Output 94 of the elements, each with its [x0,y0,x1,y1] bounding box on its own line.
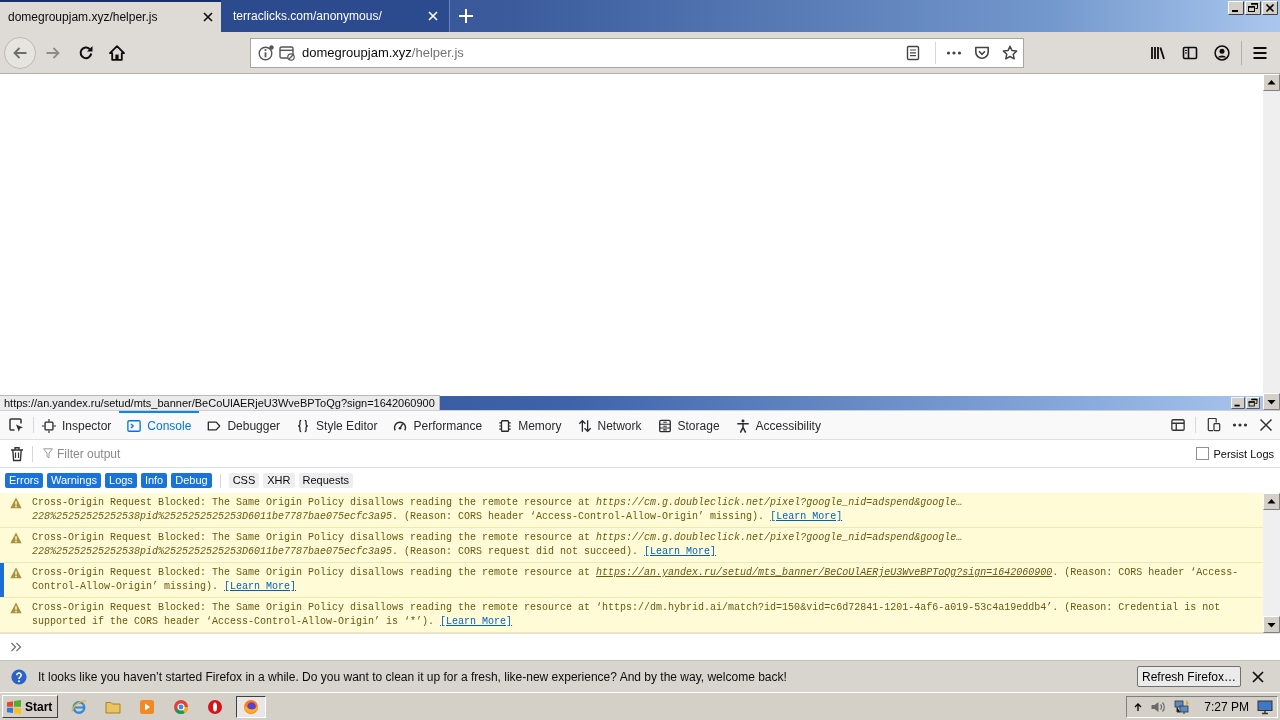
orb-icon [243,698,260,715]
home-icon[interactable] [109,44,125,61]
pointer-icon[interactable] [8,417,24,433]
filter-button[interactable]: Debug [171,473,212,488]
message-text: Cross-Origin Request Blocked: The Same Origin Policy disallows reading the remote resource at https://an.yandex.ru/setud/mts_banner/BeCoUlAERjeU3WveBPToQg?sign=1642060900. (Reason: CORS header ‘Access-Control-Allow-Origin’ missing). [Learn More] [32,566,1240,594]
scrollbar[interactable] [1263,493,1280,633]
trash-icon[interactable] [10,445,24,462]
tag-icon [207,419,222,433]
devtools-tab[interactable]: Debugger [199,411,289,439]
devtools-tab[interactable]: Inspector [34,411,120,439]
drawer-icon [657,419,672,433]
user-icon[interactable] [1214,44,1230,61]
close-icon[interactable] [203,12,213,22]
learn-more-link[interactable]: [Learn More] [644,546,717,557]
message-text: Cross-Origin Request Blocked: The Same Origin Policy disallows reading the remote resource at ‘https://dm.hybrid.ai/match?id=150&vid=c6d72841-1201-4af6-a019-53c4a19eddb4’. (Reason: Credential is not supported if the CORS header ‘Access-Control-Allow-Origin’ is ‘*’). [Learn More] [32,601,1222,629]
devtools-tab[interactable]: Console [119,411,200,439]
monitor-icon[interactable] [1257,698,1273,715]
devtools-tab[interactable]: Memory [490,411,570,439]
filter-icon [43,448,53,459]
filter-button[interactable]: Info [140,473,168,488]
filter-button[interactable]: XHR [263,473,295,488]
computers-icon[interactable] [1174,698,1191,715]
restore-icon[interactable] [1245,1,1261,15]
braces-icon [296,419,311,433]
tricolor-circle-icon [173,698,190,715]
status-url: https://an.yandex.ru/setud/mts_banner/BeCoUlAERjeU3WveBPToQg?sign=1642060900 [0,395,440,410]
person-icon [735,419,750,433]
terminal-icon [127,419,142,433]
taskbar-button[interactable] [236,695,267,718]
filter-button[interactable]: Requests [298,473,353,488]
notification-text: It looks like you haven’t started Firefox in a while. Do you want to clean it up for a fresh, like-new experience? And by the way, welcome back! [38,669,788,684]
arrow-down-icon[interactable] [1263,616,1280,633]
browser-tab[interactable]: domegroupjam.xyz/helper.js [0,0,221,32]
url-text: domegroupjam.xyz/helper.js [302,45,465,60]
filter-button[interactable]: Errors [5,473,43,488]
close-icon[interactable] [1259,418,1273,432]
layout-icon[interactable] [1171,418,1185,432]
address-field[interactable]: domegroupjam.xyz/helper.js [250,37,1024,68]
warning-icon [10,497,22,509]
clock: 7:27 PM [1204,699,1249,714]
chevrons-icon [10,641,22,653]
gauge-icon [393,419,408,433]
refresh-button[interactable]: Refresh Firefox… [1136,666,1241,687]
checkbox[interactable] [1196,447,1210,460]
warning-icon [10,567,22,579]
star-icon[interactable] [1002,44,1018,61]
close-icon[interactable] [1252,670,1264,683]
devtools-tab[interactable]: Accessibility [727,411,829,439]
document-icon[interactable] [905,44,921,61]
arrow-down-icon[interactable] [1263,393,1280,410]
pouch-icon[interactable] [974,44,990,61]
box-icon [42,419,56,433]
scrollbar[interactable] [1263,74,1280,410]
help-icon [11,668,27,685]
devtools-tab[interactable]: Performance [385,411,491,439]
flag-icon [6,698,22,715]
filter-button[interactable]: Logs [105,473,137,488]
filter-button[interactable]: CSS [228,473,260,488]
arrows-icon [577,419,592,433]
warning-icon [10,602,22,614]
page-icon[interactable] [279,44,295,61]
arrow-up-icon[interactable] [1263,74,1280,91]
back-button[interactable] [4,36,36,69]
learn-more-link[interactable]: [Learn More] [440,616,513,627]
reload-icon[interactable] [78,44,94,61]
message-text: Cross-Origin Request Blocked: The Same Origin Policy disallows reading the remote resource at https://cm.g.doubleclick.net/pixel?google_nid=adspend&google…228%25252525252538pid%2525252525253D6011be7787bae075ecfc3a95. (Reason: CORS request did not succeed). [Learn More] [32,531,964,559]
play-icon [139,698,156,715]
minimize-icon[interactable] [1228,1,1244,15]
arrow-up-icon[interactable] [1134,701,1143,712]
message-text: Cross-Origin Request Blocked: The Same Origin Policy disallows reading the remote resource at https://cm.g.doubleclick.net/pixel?google_nid=adspend&google…228%25252525252538pid%2525252525253D6011be7787bae075ecfc3a95. (Reason: CORS header ‘Access-Control-Allow-Origin’ missing). [Learn More] [32,496,964,524]
filter-input[interactable]: Filter output [57,444,1189,463]
devtools-tab[interactable]: Storage [649,411,728,439]
devtools-tab[interactable]: Network [569,411,650,439]
menu-icon[interactable] [1252,44,1268,61]
restore-icon[interactable] [1246,397,1260,409]
learn-more-link[interactable]: [Learn More] [224,581,297,592]
browser-tab[interactable]: terraclicks.com/anonymous/ [221,0,450,32]
books-icon[interactable] [1150,44,1166,61]
sidebar-icon[interactable] [1182,44,1198,61]
devtools-tab[interactable]: Style Editor [288,411,386,439]
arrow-up-icon[interactable] [1263,493,1280,510]
globe-icon [71,698,88,715]
info-icon[interactable] [258,44,274,61]
start-button[interactable]: Start [2,695,59,718]
warning-icon [10,532,22,544]
phone-icon[interactable] [1207,418,1221,432]
minimize-icon[interactable] [1231,397,1245,409]
ring-icon [207,698,224,715]
filter-button[interactable]: Warnings [46,473,101,488]
close-icon[interactable] [1262,1,1278,15]
chip-icon [498,419,513,433]
plus-icon[interactable] [459,9,473,23]
learn-more-link[interactable]: [Learn More] [770,511,843,522]
checkbox-label: Persist Logs [1213,447,1274,460]
